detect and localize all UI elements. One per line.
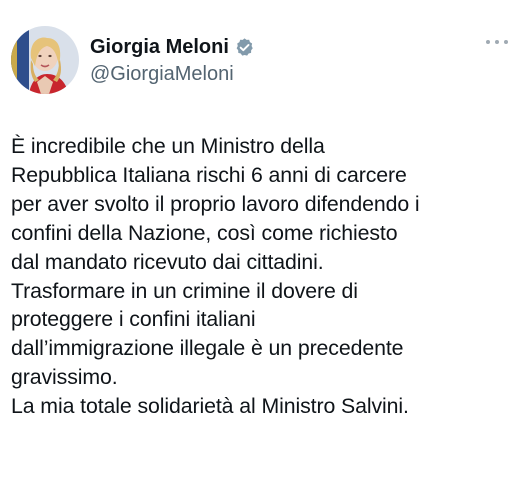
verified-badge-icon [234,37,255,58]
tweet-text-line: dal mandato ricevuto dai cittadini. [11,249,324,274]
user-handle[interactable]: @GiorgiaMeloni [90,63,255,86]
tweet-text-line: Trasformare in un crimine il dovere di [11,278,358,303]
tweet-text-line: La mia totale solidarietà al Ministro Sa… [11,394,409,419]
display-name[interactable]: Giorgia Meloni [90,36,229,59]
display-name-row: Giorgia Meloni [90,34,255,60]
author-names: Giorgia Meloni @GiorgiaMeloni [90,34,255,86]
tweet-text-line: proteggere i confini italiani [11,307,256,332]
dot-icon [495,40,499,44]
tweet-text-line: dall’immigrazione illegale è un preceden… [11,336,404,361]
tweet-text-line: Repubblica Italiana rischi 6 anni di car… [11,162,407,187]
tweet: Giorgia Meloni @GiorgiaMeloni È incredib… [0,0,526,501]
tweet-header: Giorgia Meloni @GiorgiaMeloni [11,26,255,94]
dot-icon [486,40,490,44]
dot-icon [504,40,508,44]
tweet-text-line: È incredibile che un Ministro della [11,134,325,158]
avatar-image [11,26,79,94]
more-options-icon[interactable] [486,37,508,47]
avatar[interactable] [11,26,79,94]
tweet-text: È incredibile che un Ministro della Repu… [11,132,516,421]
tweet-text-line: per aver svolto il proprio lavoro difend… [11,191,420,216]
tweet-text-line: confini della Nazione, così come richies… [11,220,398,245]
tweet-text-line: gravissimo. [11,365,118,390]
